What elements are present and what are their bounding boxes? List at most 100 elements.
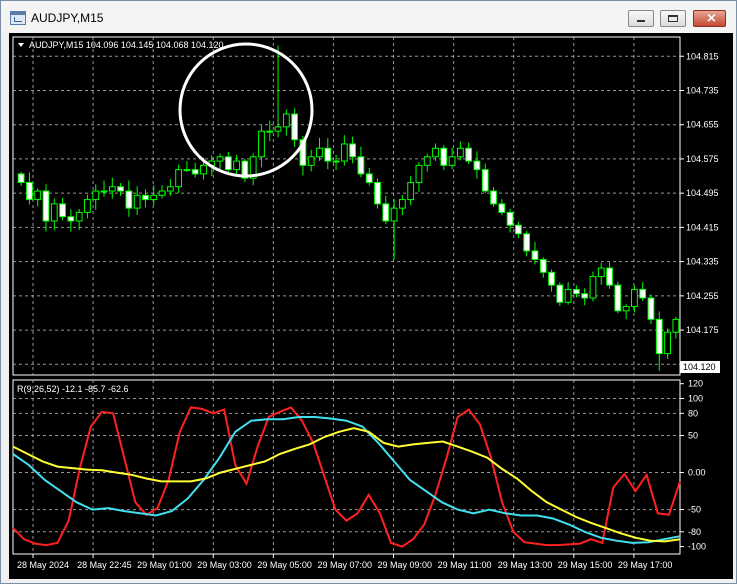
candle-body	[274, 126, 282, 132]
candle-body	[216, 156, 224, 162]
candle-body	[647, 297, 655, 320]
candle-body	[340, 143, 348, 162]
candle-body	[432, 147, 439, 158]
candle-body	[365, 173, 373, 183]
price-tick-label: 104.575	[686, 154, 719, 164]
candle-body	[166, 186, 174, 192]
price-panel-frame	[12, 36, 681, 376]
candle-body	[158, 190, 166, 196]
x-tick-label: 29 May 17:00	[618, 560, 673, 570]
price-tick-label: 104.335	[686, 257, 719, 267]
candle-body	[224, 156, 232, 171]
candle-body	[26, 181, 33, 201]
price-tick-label: 104.175	[686, 325, 719, 335]
candle-body	[67, 216, 75, 222]
chart-window: AUDJPY,M15 × 28 May 2024 28 May 22:45 29 M…	[0, 0, 737, 584]
price-tick-label: 104.495	[686, 188, 719, 198]
x-tick-label: 29 May 09:00	[378, 560, 433, 570]
candle-body	[539, 258, 547, 273]
candle-body	[581, 293, 589, 299]
candle-body	[514, 224, 522, 235]
candle-body	[490, 190, 497, 205]
candle-body	[423, 156, 431, 166]
rsi-tick-label: 80	[688, 408, 698, 418]
candle-body	[655, 318, 663, 355]
candle-body	[75, 211, 83, 222]
candle-body	[456, 147, 464, 158]
price-tick-label: 104.255	[686, 291, 719, 301]
candle-body	[664, 331, 671, 355]
candle-body	[622, 306, 630, 312]
candle-body	[191, 169, 199, 175]
x-tick-label: 29 May 03:00	[197, 560, 252, 570]
x-tick-label: 29 May 11:00	[438, 560, 492, 570]
candle-body	[398, 199, 406, 209]
candle-body	[473, 160, 481, 171]
candle-body	[407, 181, 415, 201]
rsi-tick-label: -80	[688, 527, 701, 537]
candle-body	[382, 203, 390, 222]
close-button[interactable]: ×	[693, 10, 726, 27]
indicator-panel-frame	[12, 379, 681, 555]
price-panel-header: AUDJPY,M15 104.096 104.145 104.068 104.1…	[29, 40, 224, 50]
candle-body	[498, 203, 506, 213]
price-tick-label: 104.655	[686, 120, 719, 130]
candle-body	[142, 194, 149, 201]
maximize-icon	[668, 15, 678, 22]
candle-body	[316, 147, 323, 158]
candle-body	[556, 284, 564, 303]
candle-body	[108, 186, 116, 192]
candle-body	[125, 190, 133, 209]
candle-body	[175, 169, 183, 188]
candle-body	[307, 156, 315, 166]
rsi-tick-label: -100	[688, 542, 706, 552]
window-title: AUDJPY,M15	[31, 11, 104, 25]
candle-body	[17, 173, 25, 183]
chart-window-icon	[10, 11, 26, 25]
candle-body	[597, 267, 605, 278]
candle-body	[390, 207, 398, 222]
candle-body	[440, 147, 448, 166]
candle-body	[531, 250, 539, 260]
chart-canvas[interactable]: 28 May 2024 28 May 22:45 29 May 01:00 29 Ma…	[9, 33, 733, 579]
chart-area[interactable]: 28 May 2024 28 May 22:45 29 May 01:00 29 Ma…	[9, 33, 733, 579]
x-tick-label: 28 May 2024	[17, 560, 69, 570]
current-price-label: 104.120	[683, 362, 716, 372]
candle-body	[374, 181, 381, 205]
candle-body	[564, 288, 572, 303]
candle-body	[50, 203, 58, 222]
candle-body	[266, 130, 274, 133]
x-tick-label: 29 May 07:00	[317, 560, 372, 570]
candle-body	[59, 203, 66, 218]
x-tick-label: 29 May 15:00	[558, 560, 613, 570]
minimize-button[interactable]	[628, 10, 654, 27]
candle-body	[42, 190, 50, 222]
x-tick-label: 29 May 01:00	[137, 560, 192, 570]
candle-body	[34, 190, 42, 201]
candle-body	[672, 318, 680, 333]
candle-body	[117, 186, 124, 192]
candle-body	[548, 271, 555, 286]
candle-body	[183, 169, 191, 172]
candle-body	[481, 169, 489, 192]
title-bar[interactable]: AUDJPY,M15 ×	[1, 1, 736, 33]
dropdown-triangle-icon[interactable]	[18, 43, 24, 47]
candles-layer	[17, 45, 680, 371]
candle-body	[291, 113, 299, 141]
candle-body	[258, 130, 265, 158]
maximize-button[interactable]	[660, 10, 686, 27]
candle-body	[448, 156, 456, 166]
candle-body	[282, 113, 290, 128]
x-tick-label: 28 May 22:45	[77, 560, 132, 570]
rsi-tick-label: 120	[688, 379, 703, 389]
candle-body	[84, 199, 91, 213]
candle-body	[100, 190, 108, 193]
rsi-tick-label: 100	[688, 394, 703, 404]
candle-body	[349, 143, 357, 158]
rsi-tick-label: -50	[688, 505, 701, 515]
rsi-line-52	[12, 427, 681, 543]
candle-body	[133, 194, 141, 209]
price-tick-label: 104.735	[686, 85, 719, 95]
candle-body	[415, 164, 423, 183]
candle-body	[506, 211, 514, 226]
